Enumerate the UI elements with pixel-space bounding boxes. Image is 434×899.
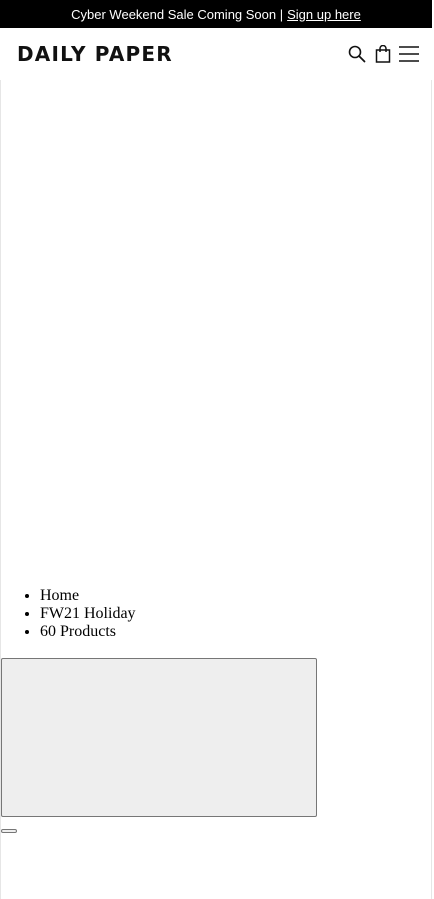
breadcrumb-item-collection[interactable]: FW21 Holiday	[40, 605, 136, 623]
bag-button[interactable]	[371, 42, 395, 66]
small-button[interactable]	[1, 829, 17, 833]
menu-button[interactable]	[397, 42, 421, 66]
breadcrumb-item-home[interactable]: Home	[40, 587, 136, 605]
menu-icon	[399, 46, 419, 62]
signup-link[interactable]: Sign up here	[287, 7, 361, 22]
hero-image-area	[1, 80, 431, 580]
logo[interactable]: DAILY PAPER	[17, 42, 173, 66]
breadcrumb: Home FW21 Holiday 60 Products	[0, 587, 136, 641]
bag-icon	[375, 45, 391, 63]
announcement-bar: Cyber Weekend Sale Coming Soon | Sign up…	[0, 0, 432, 28]
product-count: 60 Products	[40, 623, 136, 641]
search-button[interactable]	[345, 42, 369, 66]
announcement-text: Cyber Weekend Sale Coming Soon |	[71, 6, 284, 22]
search-icon	[348, 45, 366, 63]
filter-button[interactable]	[1, 658, 317, 817]
site-header: DAILY PAPER	[0, 28, 432, 80]
